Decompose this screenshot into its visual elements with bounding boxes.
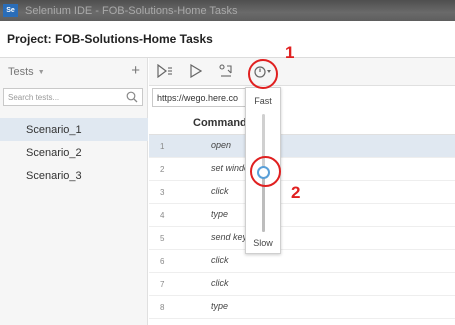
annotation-circle-slider <box>250 156 281 187</box>
test-item-scenario-3[interactable]: Scenario_3 <box>0 164 148 187</box>
test-item-scenario-2[interactable]: Scenario_2 <box>0 141 148 164</box>
tests-panel: Tests ▼ + Search tests... Scenario_1 Sce… <box>0 58 148 325</box>
row-number: 2 <box>160 165 165 174</box>
base-url-input[interactable]: https://wego.here.co <box>152 88 248 107</box>
tests-dropdown[interactable]: Tests <box>8 66 34 78</box>
row-number: 3 <box>160 188 165 197</box>
search-tests-input[interactable]: Search tests... <box>3 88 143 106</box>
window-title: Selenium IDE - FOB-Solutions-Home Tasks <box>25 4 238 17</box>
row-command: type <box>211 209 229 219</box>
add-test-button[interactable]: + <box>131 62 140 79</box>
table-row[interactable]: 4 type <box>149 204 455 227</box>
tests-header: Tests ▼ + <box>0 58 148 86</box>
test-list: Scenario_1 Scenario_2 Scenario_3 <box>0 118 148 187</box>
row-command: click <box>211 278 229 288</box>
table-row[interactable]: 7 click <box>149 273 455 296</box>
row-number: 1 <box>160 142 165 151</box>
project-title: Project: FOB-Solutions-Home Tasks <box>7 32 213 46</box>
row-number: 5 <box>160 234 165 243</box>
row-number: 8 <box>160 303 165 312</box>
table-header: Command <box>149 111 455 135</box>
chevron-down-icon[interactable]: ▼ <box>38 69 45 76</box>
table-row[interactable]: 5 send keys <box>149 227 455 250</box>
annotation-label-2: 2 <box>291 183 301 202</box>
selenium-logo-icon: Se <box>3 4 18 17</box>
project-bar: Project: FOB-Solutions-Home Tasks <box>0 21 455 58</box>
command-table: Command 1 open 2 set window 3 click 4 ty… <box>149 111 455 325</box>
command-column-header: Command <box>193 117 247 129</box>
run-current-icon[interactable] <box>190 64 202 78</box>
search-icon <box>126 91 138 103</box>
run-all-icon[interactable] <box>157 64 173 78</box>
step-over-icon[interactable] <box>219 64 233 78</box>
test-item-scenario-1[interactable]: Scenario_1 <box>0 118 148 141</box>
search-tests-placeholder: Search tests... <box>8 92 60 102</box>
table-row[interactable]: 8 type <box>149 296 455 319</box>
row-command: click <box>211 255 229 265</box>
table-row[interactable]: 6 click <box>149 250 455 273</box>
table-row[interactable]: 2 set window <box>149 158 455 181</box>
table-row[interactable]: 3 click <box>149 181 455 204</box>
row-number: 4 <box>160 211 165 220</box>
annotation-circle-speed-button <box>248 59 278 89</box>
speed-fast-label: Fast <box>254 96 272 106</box>
row-command: type <box>211 301 229 311</box>
row-number: 6 <box>160 257 165 266</box>
window-titlebar: Se Selenium IDE - FOB-Solutions-Home Tas… <box>0 0 455 21</box>
table-row[interactable]: 1 open <box>149 135 455 158</box>
row-number: 7 <box>160 280 165 289</box>
row-command: click <box>211 186 229 196</box>
toolbar <box>149 58 455 86</box>
annotation-label-1: 1 <box>285 43 295 62</box>
speed-slow-label: Slow <box>253 238 273 248</box>
row-command: open <box>211 140 232 150</box>
